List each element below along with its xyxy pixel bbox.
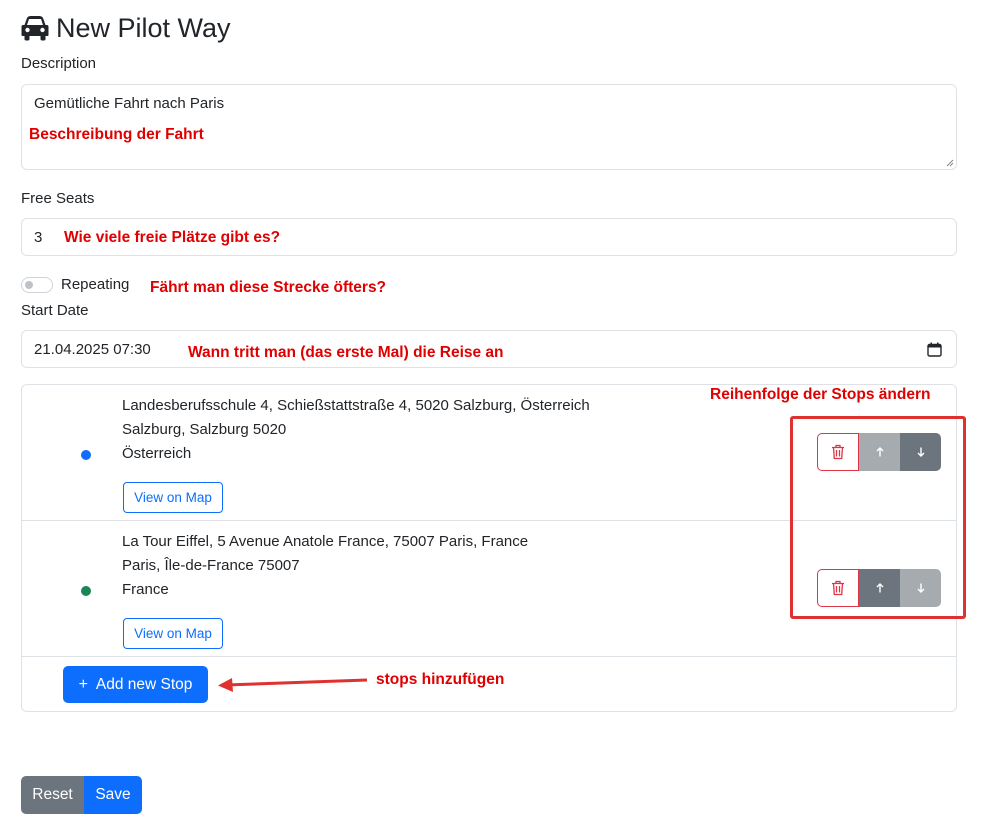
repeating-toggle[interactable] [21, 277, 53, 293]
stop-address-line: La Tour Eiffel, 5 Avenue Anatole France,… [122, 533, 529, 550]
view-on-map-button[interactable]: View on Map [123, 482, 223, 513]
annotation-arrow-icon [218, 678, 368, 692]
save-button[interactable]: Save [84, 776, 142, 814]
free-seats-label: Free Seats [21, 190, 95, 207]
plus-icon: + [78, 675, 88, 693]
annotation-repeating: Fährt man diese Strecke öfters? [150, 279, 387, 296]
stop-address-line: Paris, Île-de-France 75007 [122, 557, 300, 574]
car-icon [21, 16, 49, 41]
view-on-map-button[interactable]: View on Map [123, 618, 223, 649]
stop-address-line: Landesberufsschule 4, Schießstattstraße … [122, 397, 590, 414]
add-new-stop-button[interactable]: + Add new Stop [63, 666, 208, 703]
description-value: Gemütliche Fahrt nach Paris [34, 95, 225, 112]
resize-grip-icon[interactable] [946, 159, 954, 167]
annotation-highlight-box [790, 416, 966, 619]
stop-marker-dot [81, 450, 91, 460]
reset-button[interactable]: Reset [21, 776, 84, 814]
annotation-date: Wann tritt man (das erste Mal) die Reise… [188, 344, 504, 361]
annotation-description: Beschreibung der Fahrt [29, 126, 204, 143]
calendar-icon[interactable] [927, 342, 942, 357]
page-title: New Pilot Way [56, 12, 231, 43]
stop-address: Landesberufsschule 4, Schießstattstraße … [122, 394, 590, 466]
stop-address-line: Salzburg, Salzburg 5020 [122, 421, 287, 438]
annotation-reorder: Reihenfolge der Stops ändern [710, 386, 931, 403]
annotation-add-stop: stops hinzufügen [376, 671, 505, 688]
stop-address-line: France [122, 581, 169, 598]
repeating-label: Repeating [61, 276, 130, 293]
free-seats-value: 3 [34, 228, 43, 246]
stop-address: La Tour Eiffel, 5 Avenue Anatole France,… [122, 530, 528, 602]
annotation-seats: Wie viele freie Plätze gibt es? [64, 229, 281, 246]
stop-address-line: Österreich [122, 445, 192, 462]
start-date-label: Start Date [21, 302, 89, 319]
add-new-stop-label: Add new Stop [95, 675, 193, 693]
description-label: Description [21, 55, 97, 72]
start-date-value: 21.04.2025 07:30 [34, 340, 151, 358]
stop-marker-dot [81, 586, 91, 596]
toggle-knob [25, 281, 33, 289]
page-header: New Pilot Way [21, 10, 231, 46]
